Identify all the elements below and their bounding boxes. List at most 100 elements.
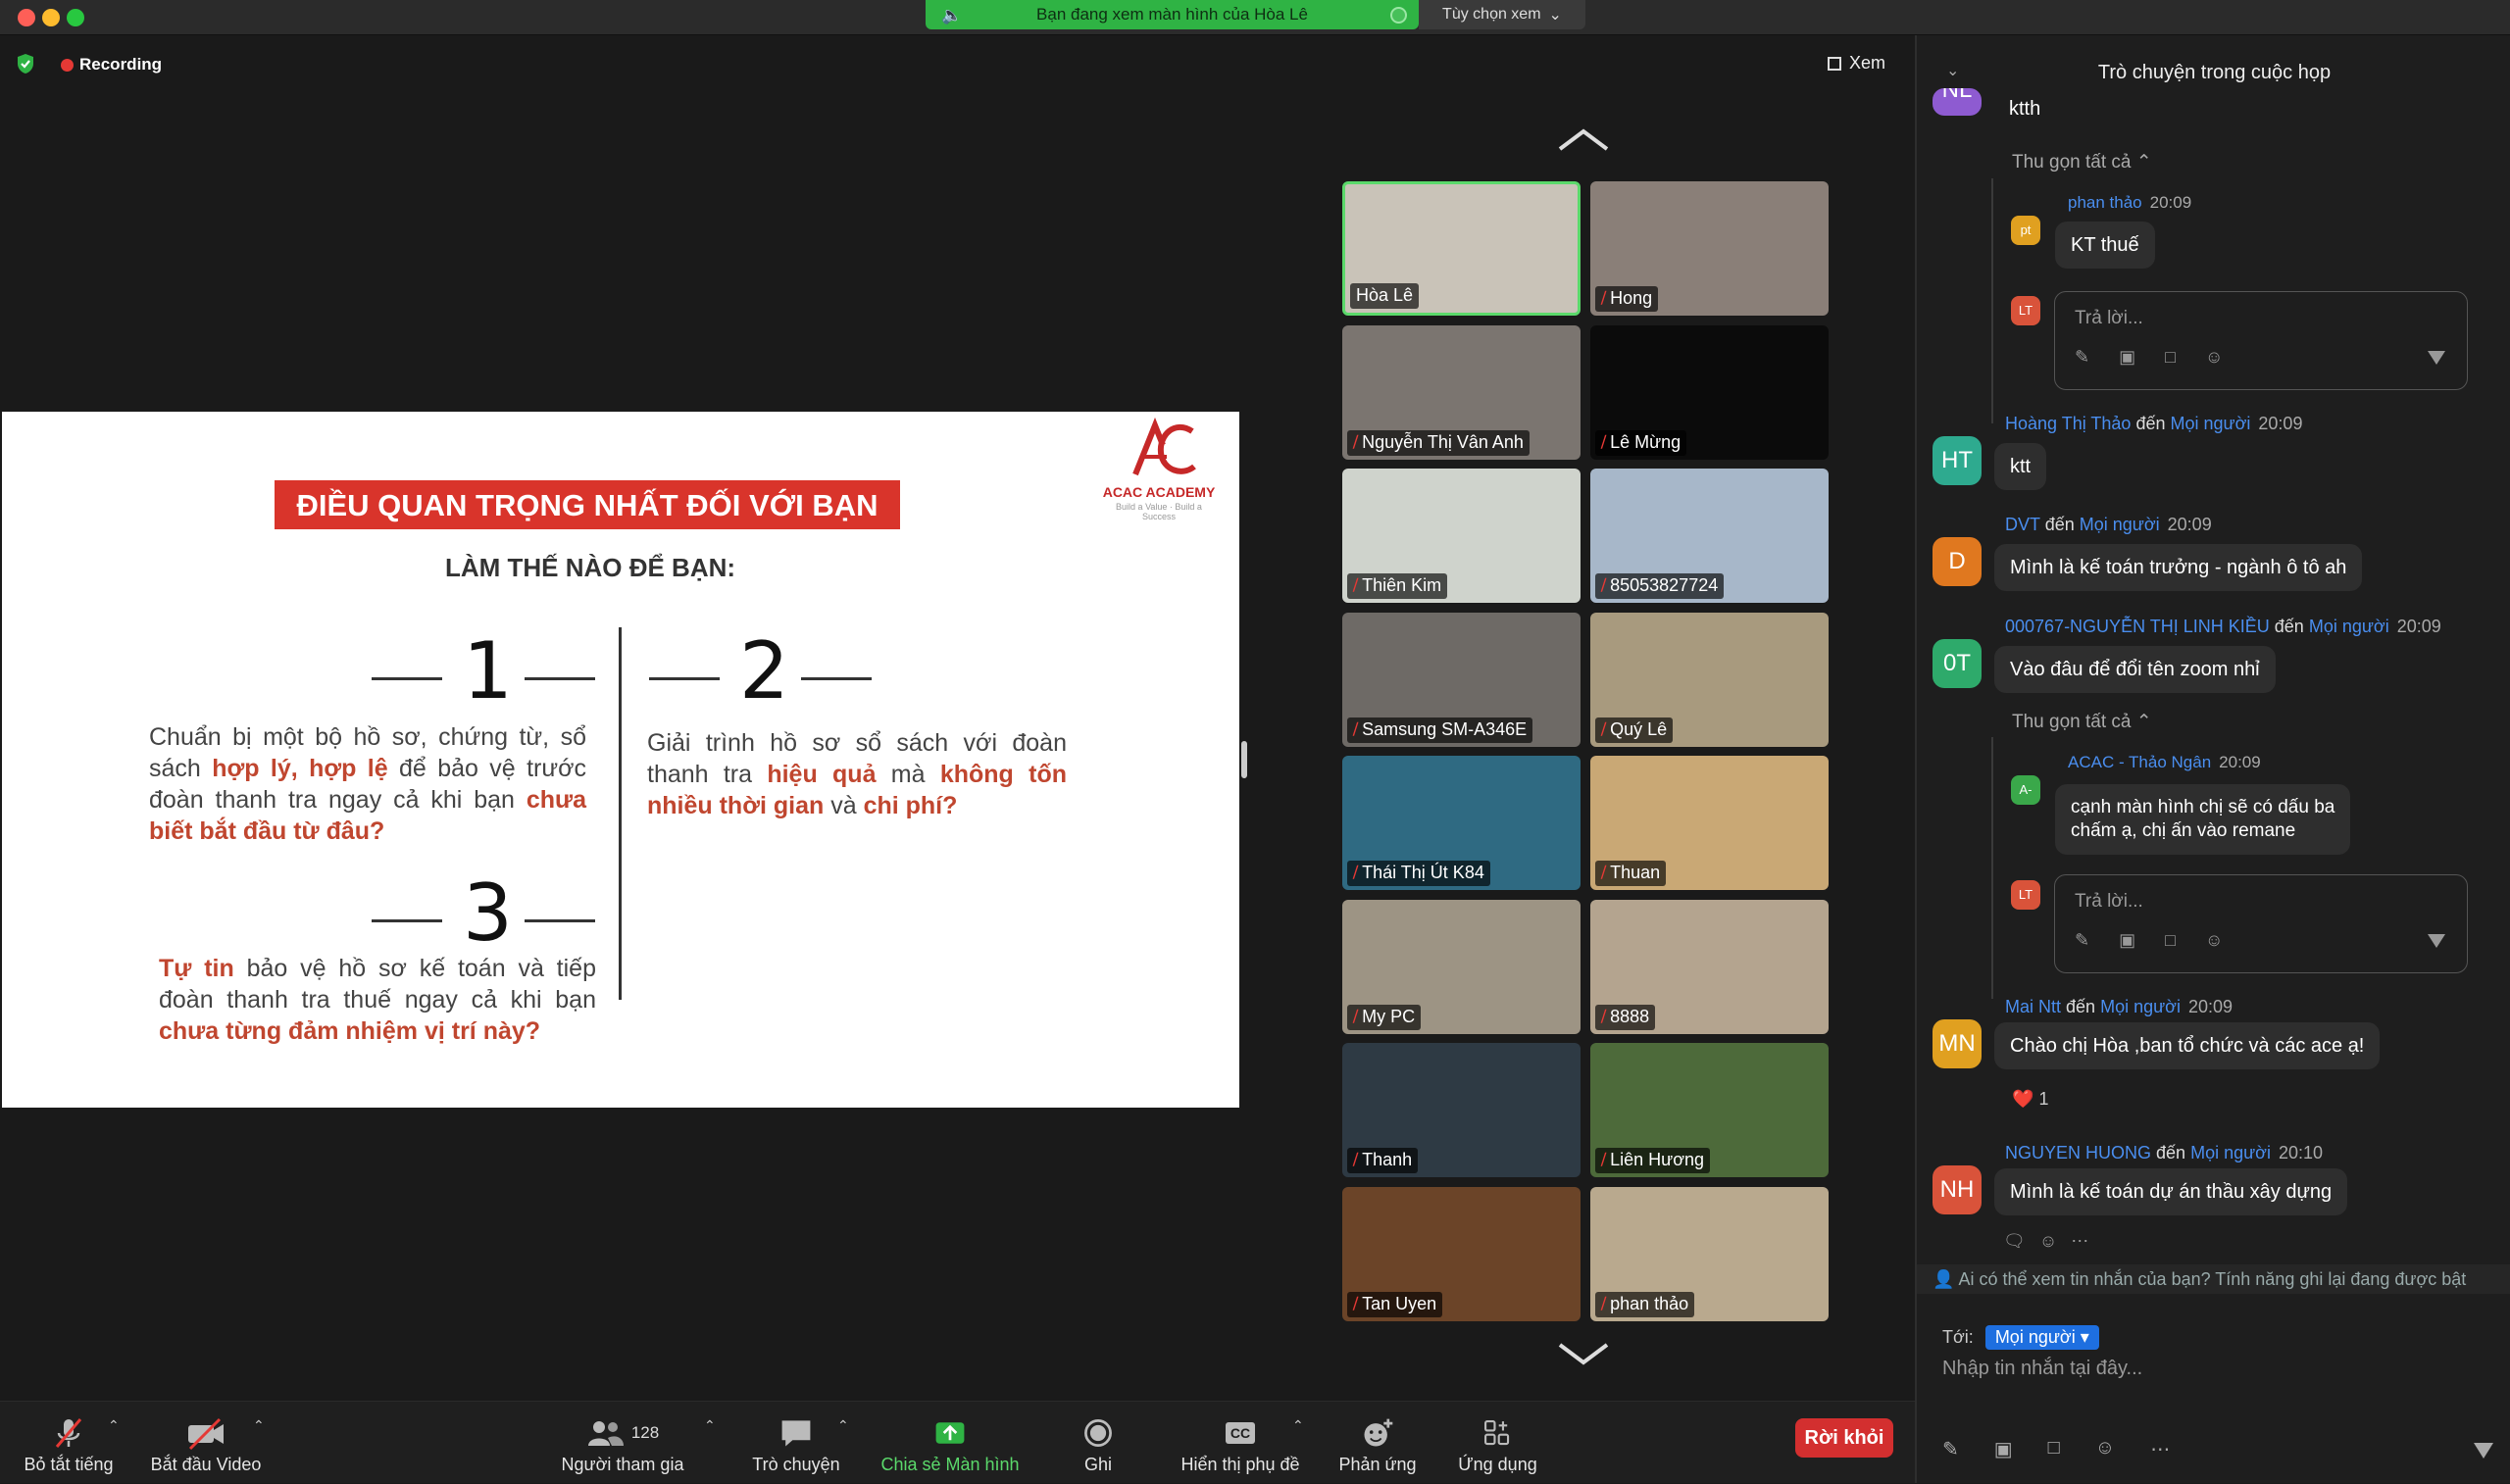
format-icon[interactable]: ✎ xyxy=(2075,930,2089,951)
screenshot-icon[interactable]: ▣ xyxy=(2119,347,2135,368)
privacy-notice[interactable]: 👤 Ai có thể xem tin nhắn của bạn? Tính n… xyxy=(1917,1264,2510,1294)
video-tile[interactable]: ⧸ Nguyễn Thị Vân Anh xyxy=(1342,324,1581,460)
emoji-icon[interactable]: ☺ xyxy=(2205,347,2223,368)
file-icon[interactable]: □ xyxy=(2048,1437,2060,1461)
video-tile[interactable]: ⧸ Thuan xyxy=(1590,756,1829,890)
video-tile[interactable]: ⧸ My PC xyxy=(1342,899,1581,1034)
video-tile[interactable]: ⧸ Thiên Kim xyxy=(1342,469,1581,603)
reactions-button[interactable]: Phản ứng xyxy=(1324,1402,1431,1484)
minimize-window-button[interactable] xyxy=(42,9,60,26)
recording-indicator[interactable]: Recording xyxy=(61,55,162,74)
message-time: 20:09 xyxy=(2149,193,2192,212)
close-window-button[interactable] xyxy=(18,9,35,26)
participants-button[interactable]: 128 Người tham gia xyxy=(549,1402,696,1484)
format-icon[interactable]: ✎ xyxy=(1942,1437,1959,1461)
leave-meeting-button[interactable]: Rời khỏi xyxy=(1795,1418,1893,1458)
video-tile[interactable]: Hòa Lê xyxy=(1342,181,1581,316)
emoji-icon[interactable]: ☺ xyxy=(2205,930,2223,951)
chevron-up-icon[interactable]: ⌃ xyxy=(837,1417,849,1434)
captions-button[interactable]: CC Hiển thị phụ đề xyxy=(1167,1402,1314,1484)
collapse-all-link[interactable]: Thu gọn tất cả ⌃ xyxy=(2012,151,2152,173)
send-icon[interactable] xyxy=(2428,351,2445,365)
chat-button[interactable]: Trò chuyện xyxy=(737,1402,855,1484)
message-line: chấm ạ, chị ấn vào remane xyxy=(2071,820,2296,841)
record-button[interactable]: Ghi xyxy=(1049,1402,1147,1484)
chevron-up-icon[interactable]: ⌃ xyxy=(704,1417,716,1434)
split-resize-handle[interactable] xyxy=(1241,741,1247,778)
screenshot-icon[interactable]: ▣ xyxy=(2119,930,2135,951)
video-tile[interactable]: ⧸ Liên Hương xyxy=(1590,1043,1829,1177)
video-tile[interactable]: ⧸ Hong xyxy=(1590,181,1829,316)
video-tile[interactable]: ⧸ Thanh xyxy=(1342,1043,1581,1177)
video-tile[interactable]: ⧸ phan thảo xyxy=(1590,1186,1829,1321)
sender-name[interactable]: NGUYEN HUONG xyxy=(2005,1143,2151,1162)
video-tile[interactable]: ⧸ Lê Mừng xyxy=(1590,324,1829,460)
message-input[interactable]: Nhập tin nhắn tại đây... xyxy=(1942,1358,2142,1380)
view-options-label: Tùy chọn xem xyxy=(1442,6,1541,23)
more-icon[interactable]: ⋯ xyxy=(2150,1437,2170,1461)
message-meta: DVT đến Mọi người 20:09 xyxy=(2005,515,2212,535)
message-meta: phan thảo 20:09 xyxy=(2068,193,2191,213)
scroll-up-icon[interactable] xyxy=(1556,125,1611,155)
microphone-muted-icon: ⧸ xyxy=(1601,1008,1607,1025)
unmute-button[interactable]: Bỏ tắt tiếng xyxy=(0,1402,137,1484)
scroll-down-icon[interactable] xyxy=(1556,1339,1611,1368)
view-options-button[interactable]: Tùy chọn xem ⌄ xyxy=(1419,0,1585,29)
chevron-up-icon[interactable]: ⌃ xyxy=(108,1417,120,1434)
logo-tagline: Build a Value · Build a Success xyxy=(1116,502,1202,521)
video-tile[interactable]: ⧸ Samsung SM-A346E xyxy=(1342,612,1581,747)
chevron-up-icon: ⌃ xyxy=(2135,152,2152,173)
reply-box[interactable]: Trả lời... ✎ ▣ □ ☺ xyxy=(2054,291,2468,390)
recipient-name: Mọi người xyxy=(2308,617,2389,636)
point-number-1: 1 xyxy=(463,625,513,717)
participant-name-tag: ⧸ 8888 xyxy=(1595,1004,1656,1030)
view-button[interactable]: Xem xyxy=(1828,53,1885,74)
grid-view-icon xyxy=(1828,56,1841,71)
reply-box[interactable]: Trả lời... ✎ ▣ □ ☺ xyxy=(2054,874,2468,973)
video-tile[interactable]: ⧸ Thái Thị Út K84 xyxy=(1342,756,1581,890)
unmute-label: Bỏ tắt tiếng xyxy=(24,1455,114,1474)
video-tile[interactable]: ⧸ 85053827724 xyxy=(1590,469,1829,603)
sender-name[interactable]: ACAC - Thảo Ngân xyxy=(2068,753,2211,771)
video-tile[interactable]: ⧸ 8888 xyxy=(1590,899,1829,1034)
recipient-select[interactable]: Mọi người ▾ xyxy=(1984,1325,2099,1350)
apps-button[interactable]: Ứng dụng xyxy=(1441,1402,1554,1484)
avatar: 0T xyxy=(1933,639,1982,688)
thread-line xyxy=(1991,178,1993,423)
participant-name: Hòa Lê xyxy=(1356,285,1414,305)
file-icon[interactable]: □ xyxy=(2165,930,2176,951)
emoji-icon[interactable]: ☺ xyxy=(2095,1437,2115,1461)
chevron-up-icon[interactable]: ⌃ xyxy=(253,1417,265,1434)
sender-name[interactable]: Hoàng Thị Thảo xyxy=(2005,414,2131,433)
dash-line xyxy=(372,677,442,680)
microphone-muted-icon: ⧸ xyxy=(1601,865,1607,881)
start-video-button[interactable]: Bắt đầu Video xyxy=(137,1402,275,1484)
add-reaction-icon[interactable]: ☺ xyxy=(2039,1231,2057,1252)
message-meta: ACAC - Thảo Ngân 20:09 xyxy=(2068,753,2261,772)
send-icon[interactable] xyxy=(2474,1443,2493,1459)
collapse-all-label: Thu gọn tất cả xyxy=(2012,712,2132,732)
collapse-all-link[interactable]: Thu gọn tất cả ⌃ xyxy=(2012,711,2152,733)
point-number-3: 3 xyxy=(463,867,513,959)
chevron-up-icon[interactable]: ⌃ xyxy=(1292,1417,1304,1434)
file-icon[interactable]: □ xyxy=(2165,347,2176,368)
format-icon[interactable]: ✎ xyxy=(2075,347,2089,368)
shield-icon[interactable] xyxy=(16,53,35,74)
reaction-chip[interactable]: ❤️ 1 xyxy=(2012,1089,2048,1110)
screenshot-icon[interactable]: ▣ xyxy=(1994,1437,2013,1461)
zoom-window-button[interactable] xyxy=(67,9,84,26)
share-screen-button[interactable]: Chia sẻ Màn hình xyxy=(867,1402,1033,1484)
recording-label: Recording xyxy=(79,55,163,74)
avatar: MN xyxy=(1933,1019,1982,1068)
sender-name[interactable]: DVT xyxy=(2005,515,2040,534)
video-tile[interactable]: ⧸ Tan Uyen xyxy=(1342,1186,1581,1321)
sender-name[interactable]: Mai Ntt xyxy=(2005,997,2061,1016)
participant-name-tag: ⧸ Thiên Kim xyxy=(1347,573,1448,599)
reply-icon[interactable]: 🗨 xyxy=(2003,1231,2026,1252)
sender-name[interactable]: phan thảo xyxy=(2068,193,2142,212)
video-tile[interactable]: ⧸ Quý Lê xyxy=(1590,612,1829,747)
sender-name[interactable]: 000767-NGUYỄN THỊ LINH KIỀU xyxy=(2005,617,2270,636)
more-icon[interactable]: ⋯ xyxy=(2071,1231,2088,1252)
avatar: NH xyxy=(1933,1165,1982,1214)
send-icon[interactable] xyxy=(2428,934,2445,948)
